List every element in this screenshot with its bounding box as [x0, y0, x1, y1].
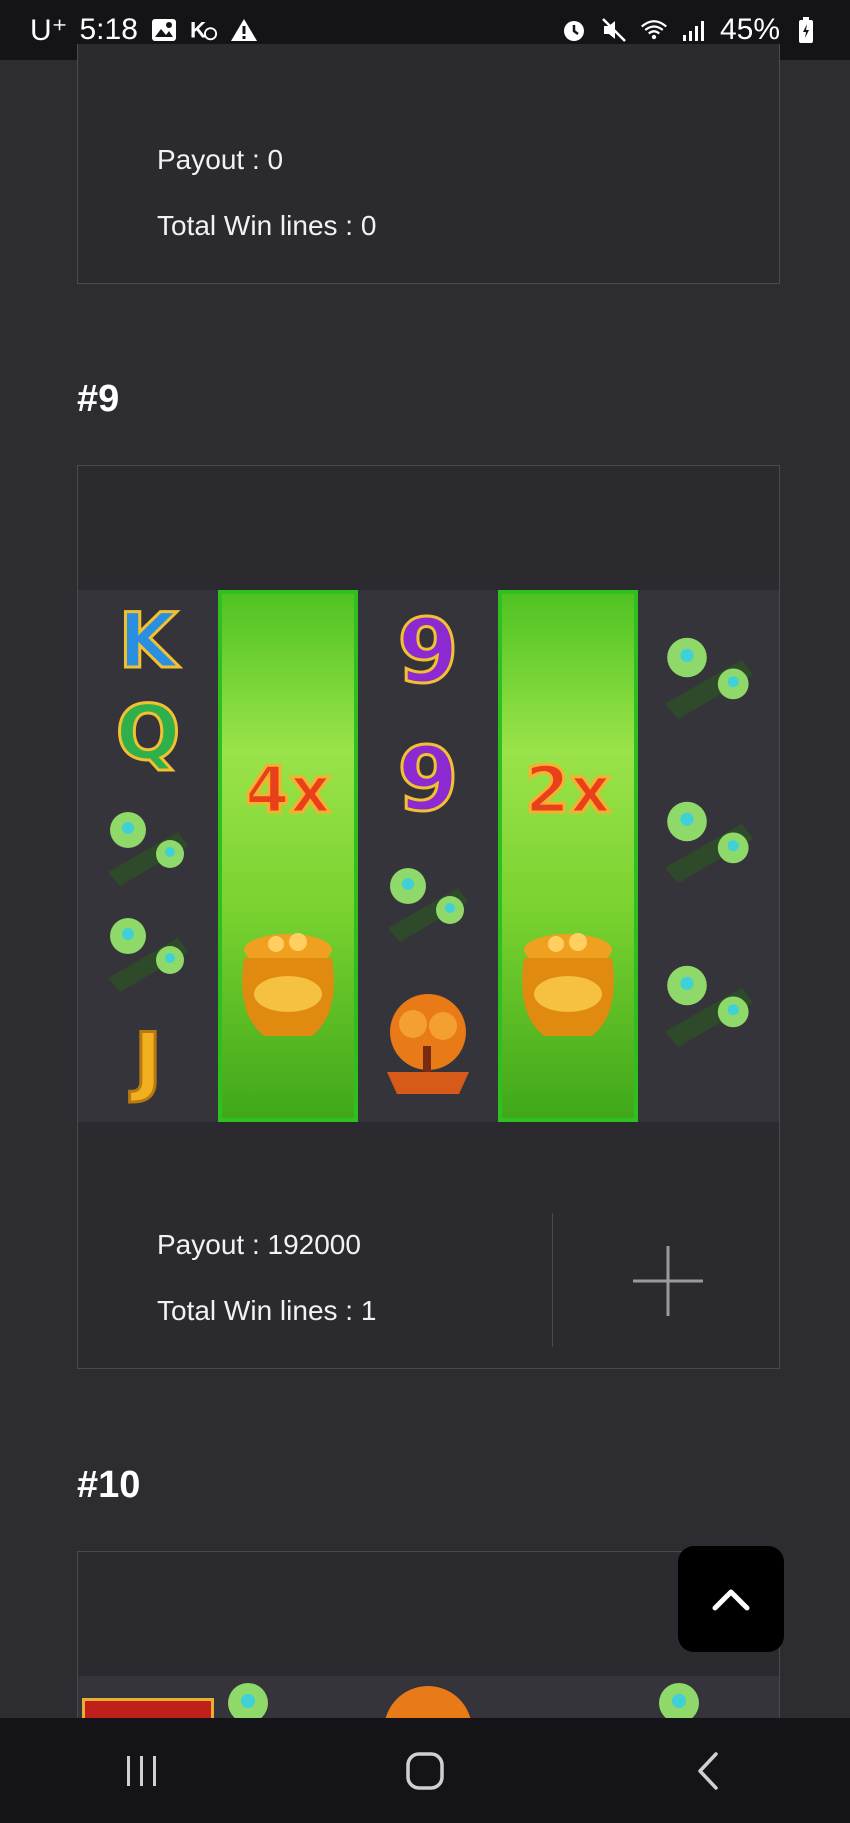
jade-ruyi-icon: [638, 788, 779, 892]
multiplier-4x: 4x: [244, 753, 333, 830]
battery-percent: 45%: [719, 13, 780, 46]
multiplier-2x: 2x: [524, 753, 613, 830]
reel-1: K Q J: [78, 590, 218, 1122]
symbol-q: Q: [114, 687, 182, 779]
system-nav-bar: [0, 1718, 850, 1823]
jade-ruyi-icon: [638, 952, 779, 1056]
plus-icon: [633, 1246, 703, 1316]
payout-text: Payout : 192000: [157, 1229, 361, 1260]
scroll-to-top-button[interactable]: [678, 1546, 784, 1652]
status-right: 45%: [560, 13, 820, 47]
home-button[interactable]: [385, 1741, 465, 1801]
carrier-label: U⁺: [30, 13, 68, 47]
volte-icon: K: [190, 16, 218, 44]
symbol-j: J: [132, 1015, 163, 1107]
win-lines-text: Total Win lines : 0: [157, 210, 377, 241]
expand-button[interactable]: [633, 1246, 703, 1316]
jade-ruyi-icon: [638, 624, 779, 728]
warning-icon: [230, 16, 258, 44]
card-divider: [552, 1213, 553, 1347]
result-card-8: Payout : 0 Total Win lines : 0: [77, 44, 780, 284]
symbol-9: 9: [396, 599, 460, 705]
mute-icon: [600, 16, 628, 44]
money-tree-icon: [358, 990, 498, 1104]
gallery-icon: [150, 16, 178, 44]
jade-ruyi-icon: [78, 908, 218, 998]
back-icon: [698, 1751, 719, 1790]
chevron-up-icon: [712, 1589, 750, 1611]
svg-text:K: K: [190, 17, 206, 42]
clock: 5:18: [79, 13, 138, 46]
home-icon: [406, 1751, 444, 1790]
jade-ruyi-icon: [78, 802, 218, 892]
recent-apps-button[interactable]: [102, 1741, 182, 1801]
gold-pot-icon: [222, 924, 354, 1052]
result-title-10: #10: [77, 1464, 141, 1506]
recent-apps-icon: [126, 1755, 156, 1786]
reel-2-wild: 4x: [218, 590, 358, 1122]
reel-4-wild: 2x: [498, 590, 638, 1122]
battery-icon: [792, 16, 820, 44]
result-title-9: #9: [77, 378, 120, 420]
reel-5: [638, 590, 779, 1122]
wifi-icon: [640, 16, 668, 44]
symbol-9: 9: [396, 727, 460, 833]
back-button[interactable]: [668, 1741, 748, 1801]
payout-text: Payout : 0: [157, 144, 284, 175]
result-card-9: K Q J 4x 9 9 2x Payout: 192000 Total Wi…: [77, 465, 780, 1369]
slot-reels: K Q J 4x 9 9 2x: [78, 590, 779, 1122]
reel-3: 9 9: [358, 590, 498, 1122]
alarm-icon: [560, 16, 588, 44]
win-lines-text: Total Win lines : 1: [157, 1295, 377, 1326]
jade-ruyi-icon: [358, 858, 498, 948]
symbol-k: K: [117, 595, 179, 687]
signal-icon: [680, 16, 708, 44]
gold-pot-icon: [502, 924, 634, 1052]
status-left: U⁺ 5:18 K: [30, 13, 258, 48]
